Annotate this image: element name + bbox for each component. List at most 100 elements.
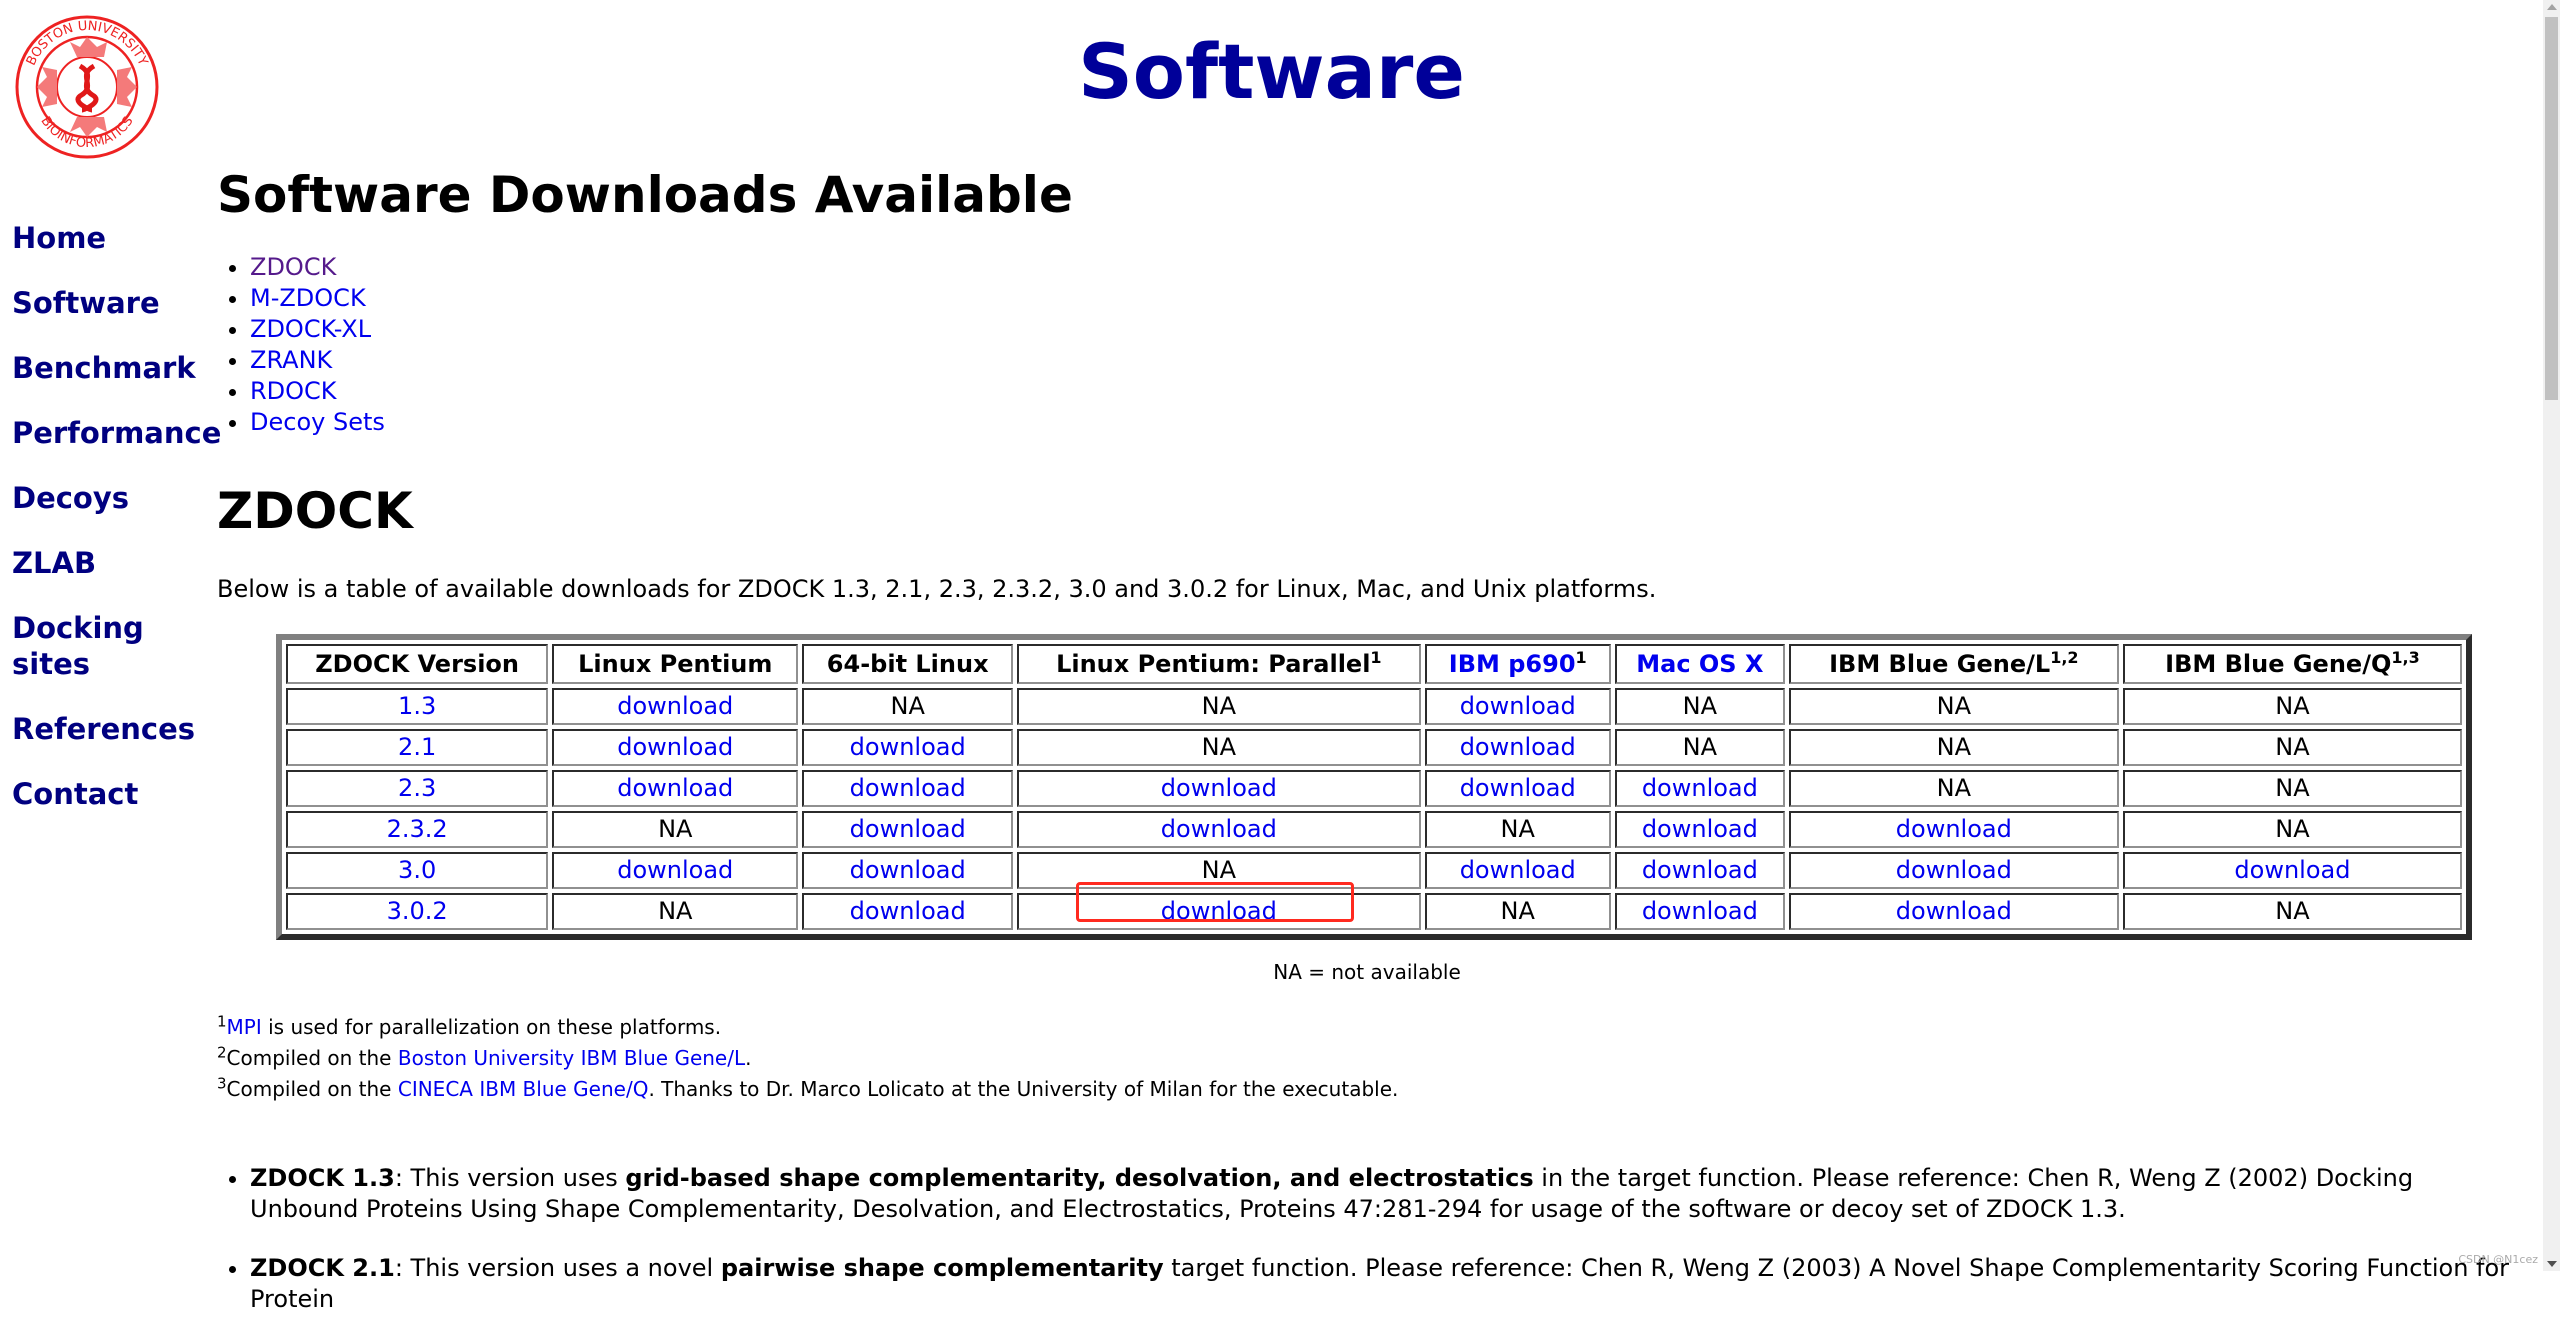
download-link[interactable]: download [1460, 692, 1576, 720]
platform-cell: NA [2122, 688, 2462, 725]
na-text: NA [2275, 815, 2310, 843]
platform-cell: download [1788, 893, 2119, 930]
download-link[interactable]: download [1161, 774, 1277, 802]
platform-cell: download [802, 729, 1014, 766]
footnote-ref: 1 [1370, 647, 1382, 667]
download-link[interactable]: download [850, 897, 966, 925]
toc-link-zdock[interactable]: ZDOCK [250, 253, 336, 281]
version-link[interactable]: 3.0 [398, 856, 436, 884]
download-link[interactable]: download [1896, 897, 2012, 925]
footnote-post: . [745, 1046, 752, 1070]
platform-cell: download [1614, 811, 1785, 848]
download-link[interactable]: download [1161, 897, 1277, 925]
na-text: NA [2275, 692, 2310, 720]
platform-cell: download [1614, 893, 1785, 930]
download-link[interactable]: download [617, 733, 733, 761]
version-name: ZDOCK 2.1 [250, 1254, 395, 1282]
version-name: ZDOCK 1.3 [250, 1164, 395, 1192]
footnote-link[interactable]: MPI [227, 1015, 262, 1039]
detail-text: : This version uses [394, 1164, 626, 1192]
platform-cell: download [802, 852, 1014, 889]
scroll-thumb[interactable] [2545, 17, 2558, 400]
platform-cell: download [1424, 688, 1611, 725]
footnote-ref: 1,3 [2391, 647, 2420, 667]
version-details: ZDOCK 1.3: This version uses grid-based … [217, 1163, 2517, 1343]
download-link[interactable]: download [1642, 774, 1758, 802]
platform-cell: download [802, 893, 1014, 930]
platform-cell: download [1017, 770, 1421, 807]
nav-zlab[interactable]: ZLAB [12, 545, 202, 581]
nav-decoys[interactable]: Decoys [12, 480, 202, 516]
platform-cell: NA [2122, 770, 2462, 807]
nav-references[interactable]: References [12, 711, 202, 747]
column-header-label: Linux Pentium [578, 649, 773, 678]
intro-text: Below is a table of available downloads … [217, 575, 1657, 603]
download-link[interactable]: download [1460, 856, 1576, 884]
vertical-scrollbar[interactable] [2543, 0, 2560, 1271]
platform-cell: download [802, 811, 1014, 848]
na-text: NA [1201, 733, 1236, 761]
download-link[interactable]: download [1460, 774, 1576, 802]
scroll-up-arrow-icon[interactable] [2547, 4, 2557, 10]
footnote-link[interactable]: CINECA IBM Blue Gene/Q [398, 1077, 649, 1101]
column-header-label: Linux Pentium: Parallel [1056, 649, 1371, 678]
download-link[interactable]: download [1642, 856, 1758, 884]
download-link[interactable]: download [1642, 897, 1758, 925]
download-link[interactable]: download [1642, 815, 1758, 843]
version-link[interactable]: 2.1 [398, 733, 436, 761]
table-row: 3.0 download download NA download download dow… [286, 852, 2462, 889]
nav-benchmark[interactable]: Benchmark [12, 350, 202, 386]
toc-link-decoy-sets[interactable]: Decoy Sets [250, 408, 385, 436]
download-link[interactable]: download [850, 733, 966, 761]
download-link[interactable]: download [617, 856, 733, 884]
table-row: 1.3 download NA NA download NA NA NA [286, 688, 2462, 725]
download-link[interactable]: download [850, 774, 966, 802]
na-text: NA [2275, 733, 2310, 761]
zdock-heading: ZDOCK [217, 482, 413, 540]
nav-home[interactable]: Home [12, 220, 202, 256]
version-link[interactable]: 2.3 [398, 774, 436, 802]
downloads-heading: Software Downloads Available [217, 166, 1073, 224]
version-link[interactable]: 2.3.2 [387, 815, 448, 843]
sidebar-nav: Home Software Benchmark Performance Deco… [12, 220, 221, 841]
column-header: IBM p6901 [1424, 644, 1611, 684]
version-detail-item: ZDOCK 1.3: This version uses grid-based … [250, 1163, 2517, 1225]
download-link[interactable]: download [2234, 856, 2350, 884]
platform-cell: download [1424, 729, 1611, 766]
toc-link-zrank[interactable]: ZRANK [250, 346, 332, 374]
column-header-label[interactable]: IBM p690 [1449, 650, 1576, 678]
platform-cell: download [552, 770, 799, 807]
column-header-label[interactable]: Mac OS X [1636, 650, 1763, 678]
platform-cell: download [552, 688, 799, 725]
download-link[interactable]: download [1161, 815, 1277, 843]
table-row: 3.0.2 NA download download NA download downloa… [286, 893, 2462, 930]
detail-bold: pairwise shape complementarity [720, 1254, 1164, 1282]
nav-software[interactable]: Software [12, 285, 202, 321]
footnote-number: 2 [217, 1043, 227, 1062]
download-link[interactable]: download [850, 856, 966, 884]
toc-link-zdock-xl[interactable]: ZDOCK-XL [250, 315, 371, 343]
na-text: NA [658, 815, 693, 843]
na-text: NA [2275, 774, 2310, 802]
download-link[interactable]: download [1896, 856, 2012, 884]
watermark: CSDN @N1cez [2458, 1253, 2538, 1266]
version-link[interactable]: 3.0.2 [387, 897, 448, 925]
download-link[interactable]: download [1896, 815, 2012, 843]
nav-contact[interactable]: Contact [12, 776, 202, 812]
download-link[interactable]: download [617, 692, 733, 720]
nav-performance[interactable]: Performance [12, 415, 221, 451]
column-header: 64-bit Linux [802, 644, 1014, 684]
platform-cell: download [1614, 770, 1785, 807]
download-link[interactable]: download [1460, 733, 1576, 761]
scroll-down-arrow-icon[interactable] [2547, 1261, 2557, 1267]
toc-item: M-ZDOCK [250, 283, 2517, 314]
footnotes: 1MPI is used for parallelization on thes… [217, 1012, 1398, 1105]
toc-link-rdock[interactable]: RDOCK [250, 377, 337, 405]
column-header-label: ZDOCK Version [315, 649, 520, 678]
toc-link-m-zdock[interactable]: M-ZDOCK [250, 284, 366, 312]
nav-docking-sites[interactable]: Docking sites [12, 610, 152, 682]
download-link[interactable]: download [617, 774, 733, 802]
version-link[interactable]: 1.3 [398, 692, 436, 720]
footnote-link[interactable]: Boston University IBM Blue Gene/L [398, 1046, 745, 1070]
download-link[interactable]: download [850, 815, 966, 843]
